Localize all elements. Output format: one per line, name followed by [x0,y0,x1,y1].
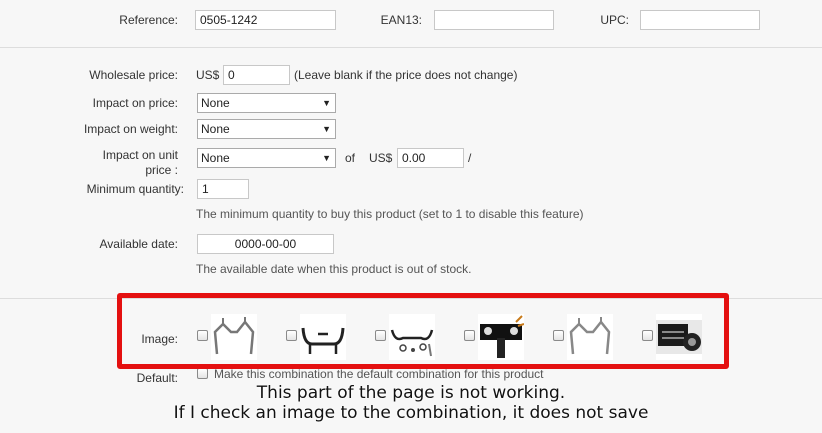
impact-weight-label: Impact on weight: [83,122,178,136]
ean13-input[interactable] [434,10,554,30]
annotation-line-1: This part of the page is not working. [256,383,566,403]
annotation-highlight-box [117,293,729,369]
avail-date-hint: The available date when this product is … [196,262,472,276]
avail-date-input[interactable]: 0000-00-00 [197,234,334,254]
impact-weight-select[interactable]: None ▼ [197,119,336,139]
divider [0,47,822,48]
impact-price-select[interactable]: None ▼ [197,93,336,113]
wholesale-price-input[interactable]: 0 [223,65,290,85]
avail-date-label: Available date: [99,237,178,251]
wholesale-currency: US$ [196,68,220,82]
wholesale-note: (Leave blank if the price does not chang… [294,68,518,82]
min-qty-hint: The minimum quantity to buy this product… [196,207,584,221]
chevron-down-icon: ▼ [322,124,331,134]
default-checkbox[interactable] [197,368,208,379]
impact-unit-select[interactable]: None ▼ [197,148,336,168]
impact-unit-amount-input[interactable]: 0.00 [397,148,464,168]
reference-input[interactable]: 0505-1242 [195,10,336,30]
chevron-down-icon: ▼ [322,98,331,108]
impact-unit-currency: US$ [369,151,393,165]
impact-unit-slash: / [468,151,472,165]
wholesale-price-label: Wholesale price: [89,68,178,82]
min-qty-label: Minimum quantity: [86,182,184,196]
impact-unit-label-line2: price : [145,163,178,177]
annotation-line-2: If I check an image to the combination, … [173,403,649,423]
impact-unit-value: None [201,151,230,165]
min-qty-input[interactable]: 1 [197,179,249,199]
upc-input[interactable] [640,10,760,30]
reference-label: Reference: [119,13,178,27]
ean13-label: EAN13: [380,13,422,27]
upc-label: UPC: [600,13,629,27]
chevron-down-icon: ▼ [322,153,331,163]
impact-price-label: Impact on price: [92,96,178,110]
impact-weight-value: None [201,122,230,136]
impact-price-value: None [201,96,230,110]
impact-unit-label-line1: Impact on unit [102,148,178,162]
default-text: Make this combination the default combin… [214,367,544,381]
impact-unit-of: of [345,151,356,165]
